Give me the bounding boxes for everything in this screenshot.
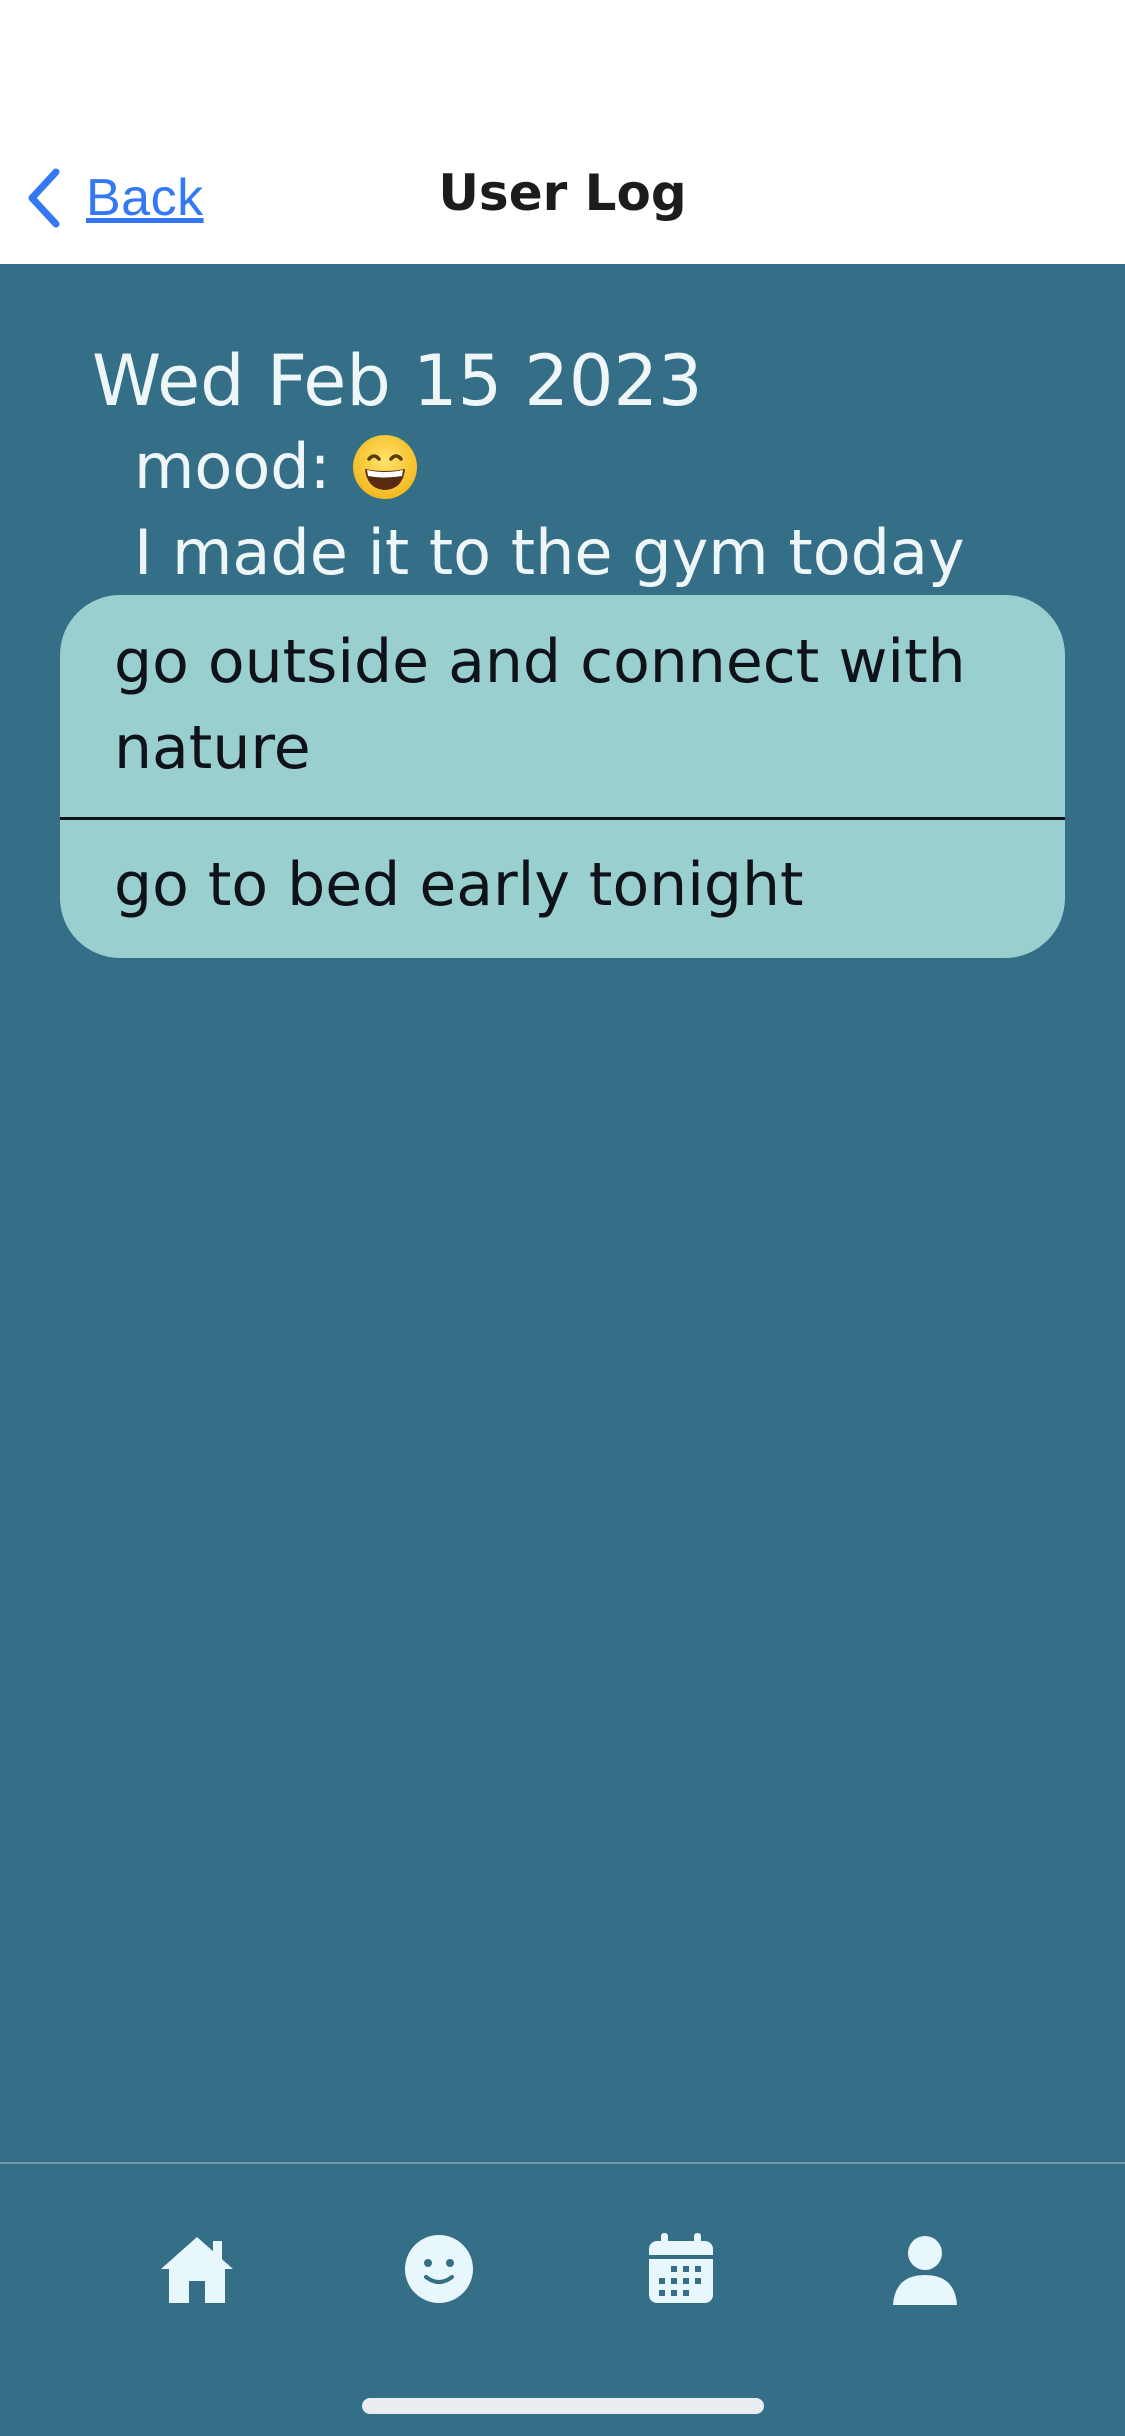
smiley-icon xyxy=(405,2235,473,2303)
tab-mood[interactable] xyxy=(384,2214,494,2324)
tab-calendar[interactable] xyxy=(626,2214,736,2324)
navigation-bar: Back User Log xyxy=(0,0,1125,264)
home-indicator[interactable] xyxy=(362,2398,764,2414)
tab-home[interactable] xyxy=(142,2214,252,2324)
grinning-face-icon xyxy=(352,434,417,499)
person-icon xyxy=(893,2236,957,2305)
user-log-screen: Back User Log Wed Feb 15 2023 mood: I ma… xyxy=(0,0,1125,2436)
page-title: User Log xyxy=(438,164,687,222)
calendar-icon xyxy=(649,2233,713,2303)
suggestions-list: go outside and connect with nature go to… xyxy=(60,595,1065,958)
list-item[interactable]: go to bed early tonight xyxy=(60,817,1065,958)
tab-profile[interactable] xyxy=(870,2214,980,2324)
tab-bar xyxy=(0,2162,1125,2436)
list-item[interactable]: go outside and connect with nature xyxy=(60,595,1065,817)
mood-label: mood: xyxy=(134,430,331,503)
entry-note: I made it to the gym today xyxy=(134,516,965,589)
entry-mood: mood: xyxy=(134,430,419,503)
home-icon xyxy=(161,2237,233,2303)
entry-date: Wed Feb 15 2023 xyxy=(92,340,703,422)
